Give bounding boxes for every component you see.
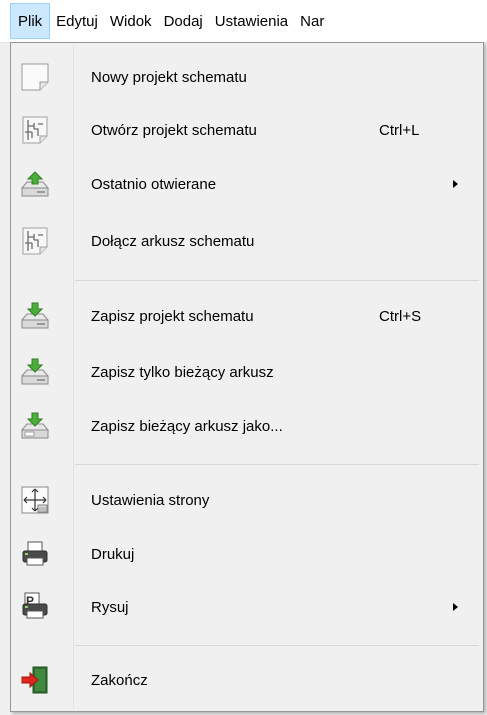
printer-icon (19, 538, 51, 570)
menu-plik[interactable]: Plik (10, 3, 51, 39)
menu-item-recent[interactable]: Ostatnio otwierane (13, 161, 481, 207)
menu-item-save-sheet-as[interactable]: Zapisz bieżący arkusz jako... (13, 403, 481, 449)
menu-item-label: Nowy projekt schematu (91, 68, 247, 86)
menu-bar: Plik Edytuj Widok Dodaj Ustawienia Nar (0, 0, 487, 43)
menu-separator (75, 280, 479, 281)
menu-item-page-setup[interactable]: Ustawienia strony (13, 477, 481, 523)
menu-item-open-project[interactable]: Otwórz projekt schematu Ctrl+L (13, 107, 481, 153)
file-menu-dropdown: Nowy projekt schematu Otwórz projekt sch… (10, 42, 484, 712)
drive-down-icon (19, 410, 51, 442)
menu-item-label: Rysuj (91, 598, 129, 616)
menu-item-label: Zapisz projekt schematu (91, 307, 254, 325)
plot-icon: P (19, 591, 51, 623)
new-document-icon (19, 61, 51, 93)
menu-edytuj[interactable]: Edytuj (50, 4, 104, 38)
menu-item-label: Ustawienia strony (91, 491, 210, 509)
schematic-icon (19, 225, 51, 257)
menu-ustawienia[interactable]: Ustawienia (209, 4, 294, 38)
menu-item-save-current-sheet[interactable]: Zapisz tylko bieżący arkusz (13, 349, 481, 395)
menu-narzedzia[interactable]: Nar (294, 4, 330, 38)
menu-item-label: Drukuj (91, 545, 135, 563)
menu-item-save-project[interactable]: Zapisz projekt schematu Ctrl+S (13, 293, 481, 339)
drive-up-icon (19, 168, 51, 200)
drive-down-icon (19, 300, 51, 332)
menu-item-exit[interactable]: Zakończ (13, 657, 481, 703)
menu-item-print[interactable]: Drukuj (13, 531, 481, 577)
menu-item-new-project[interactable]: Nowy projekt schematu (13, 54, 481, 100)
menu-item-shortcut: Ctrl+L (379, 121, 420, 139)
menu-item-label: Zakończ (91, 671, 148, 689)
submenu-arrow-icon (453, 603, 458, 611)
menu-item-plot[interactable]: P Rysuj (13, 584, 481, 630)
menu-item-label: Dołącz arkusz schematu (91, 232, 255, 250)
menu-item-label: Zapisz bieżący arkusz jako... (91, 417, 283, 435)
page-setup-icon (19, 484, 51, 516)
menu-item-label: Ostatnio otwierane (91, 175, 217, 193)
menu-separator (75, 645, 479, 646)
submenu-arrow-icon (453, 180, 458, 188)
menu-item-label: Otwórz projekt schematu (91, 121, 257, 139)
menu-dodaj[interactable]: Dodaj (158, 4, 209, 38)
menu-item-label: Zapisz tylko bieżący arkusz (91, 363, 274, 381)
menu-item-append-sheet[interactable]: Dołącz arkusz schematu (13, 218, 481, 264)
menu-item-shortcut: Ctrl+S (379, 307, 422, 325)
schematic-icon (19, 114, 51, 146)
exit-icon (19, 664, 51, 696)
drive-down-icon (19, 356, 51, 388)
menu-widok[interactable]: Widok (104, 4, 158, 38)
menu-separator (75, 464, 479, 465)
